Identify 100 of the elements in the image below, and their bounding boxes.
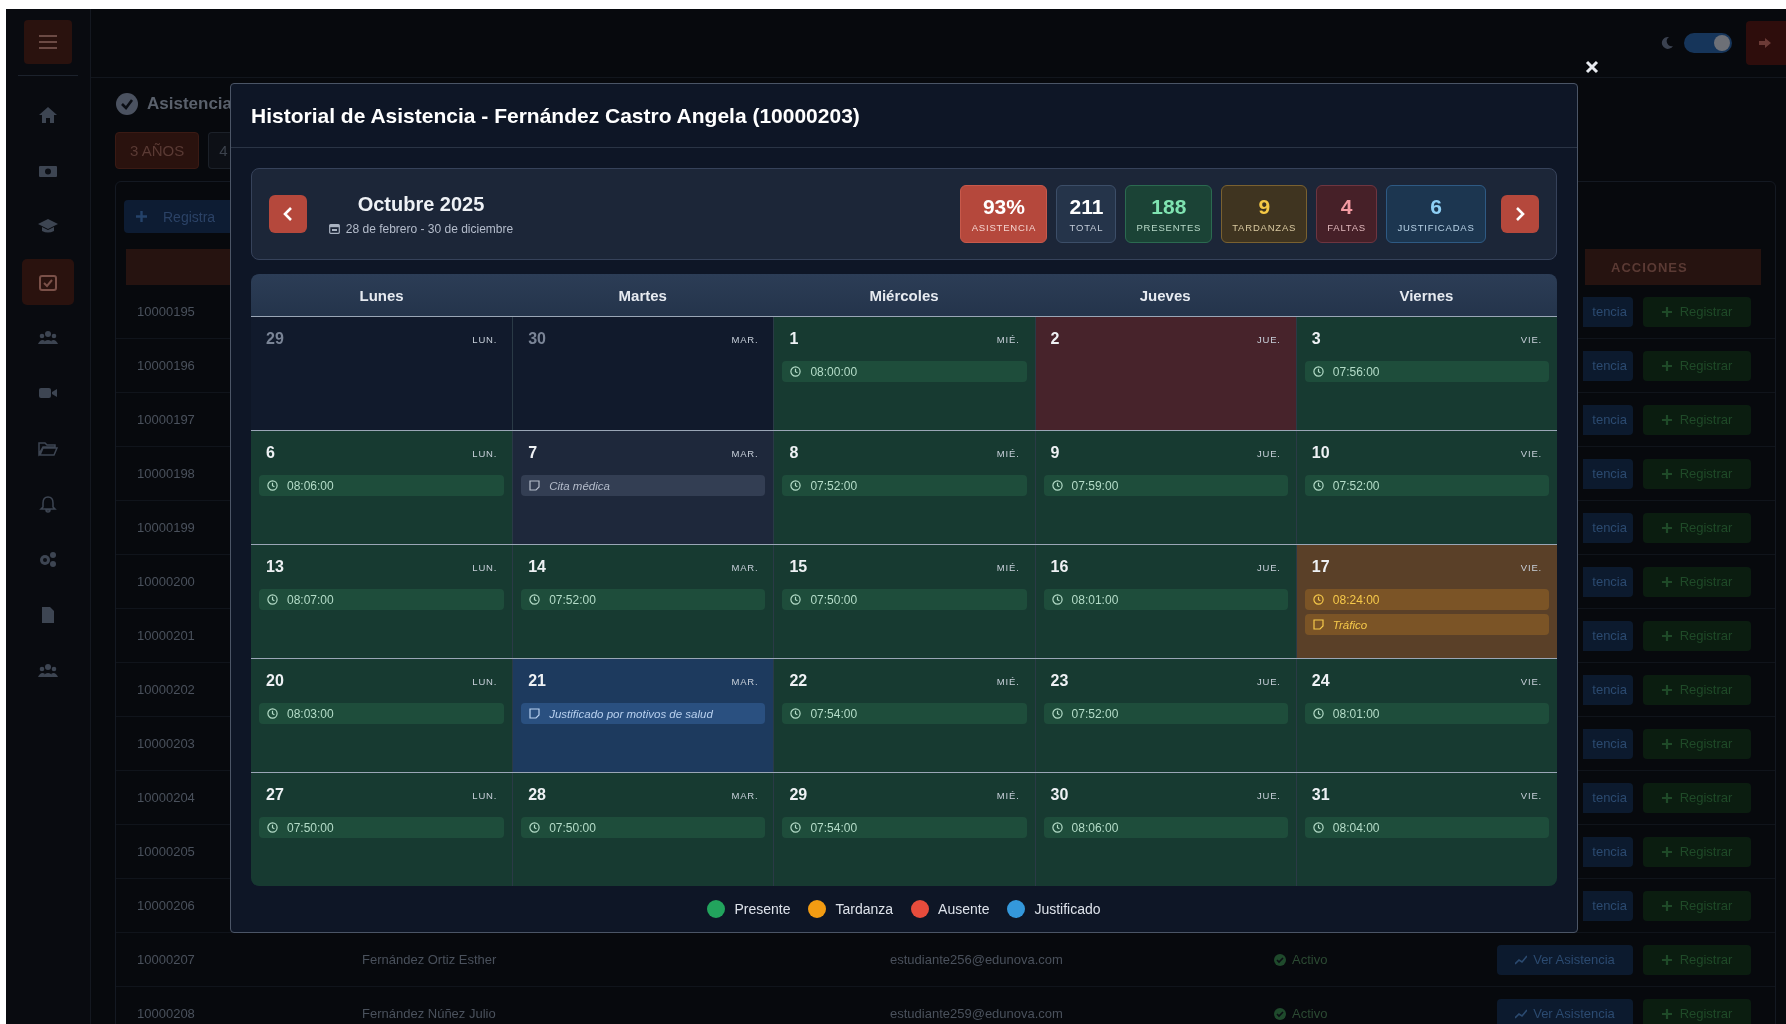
plus-icon [1661,468,1672,479]
check-in-time: 08:24:00 [1304,589,1549,610]
table-cell: 10000205 [137,844,195,859]
view-attendance-button[interactable]: Ver Asistencia [1497,944,1633,975]
table-cell: 10000198 [137,466,195,481]
day-number: 22 [789,672,808,690]
plus-icon [1661,414,1672,425]
day-number: 30 [1050,786,1069,804]
clock-icon [267,822,278,833]
date-range: 28 de febrero - 30 de diciembre [345,221,514,236]
day-cell[interactable]: 21 MAR. Justificado por motivos de salud [512,659,774,772]
weekday-label: LUN. [472,789,498,801]
table-cell: Fernández Núñez Julio [362,1006,496,1021]
note-entry: Cita médica [521,475,766,496]
check-in-time: 07:54:00 [782,703,1027,724]
previous-month-button[interactable] [269,195,307,233]
day-cell[interactable]: 9 JUE. 07:59:00 [1034,431,1296,544]
day-cell[interactable]: 31 VIE. 08:04:00 [1295,773,1557,886]
theme-toggle[interactable] [1684,33,1732,53]
weekday-label: MAR. [731,675,759,687]
day-cell[interactable]: 13 LUN. 08:07:00 [251,545,513,658]
view-attendance-button[interactable]: tencia [1583,620,1633,651]
day-cell[interactable]: 30 JUE. 08:06:00 [1034,773,1296,886]
day-cell[interactable]: 8 MIÉ. 07:52:00 [773,431,1035,544]
day-number: 28 [528,786,546,804]
page-title: Asistencia [147,94,233,114]
legend-label: Justificado [1034,901,1101,917]
stat-value: 211 [1069,195,1104,219]
view-attendance-button[interactable]: tencia [1583,836,1633,867]
day-cell[interactable]: 28 MAR. 07:50:00 [512,773,774,886]
view-attendance-button[interactable]: tencia [1583,512,1633,543]
logout-button[interactable] [1746,21,1786,65]
day-cell[interactable]: 2 JUE. [1034,317,1296,430]
stat-value: 93% [982,195,1025,219]
legend-label: Tardanza [835,901,894,917]
day-number: 14 [528,558,546,576]
table-cell: 10000199 [137,520,195,535]
view-attendance-button[interactable]: tencia [1583,404,1633,435]
check-in-time: 08:03:00 [259,703,505,724]
clock-icon [790,366,802,377]
view-attendance-button[interactable]: tencia [1583,350,1633,381]
weekday-label: JUE. [1257,789,1281,801]
clock-icon [267,708,278,719]
table-cell: 10000201 [137,628,195,643]
view-attendance-button[interactable]: tencia [1583,890,1633,921]
day-cell[interactable]: 10 VIE. 07:52:00 [1295,431,1557,544]
day-number: 17 [1311,558,1330,576]
day-cell[interactable]: 23 JUE. 07:52:00 [1034,659,1296,772]
stat-value: 6 [1430,195,1442,219]
view-attendance-button[interactable]: Ver Asistencia [1497,998,1633,1024]
weekday-label: LUN. [472,447,498,459]
clock-icon [267,480,278,491]
users-icon [38,328,58,346]
day-number: 29 [789,786,808,804]
day-cell[interactable]: 7 MAR. Cita médica [512,431,774,544]
view-attendance-button[interactable]: tencia [1583,782,1633,813]
day-cell[interactable]: 27 LUN. 07:50:00 [251,773,513,886]
clock-icon [529,822,541,833]
day-cell[interactable]: 24 VIE. 08:01:00 [1295,659,1557,772]
day-cell[interactable]: 14 MAR. 07:52:00 [512,545,774,658]
view-attendance-button[interactable]: tencia [1583,566,1633,597]
check-in-time: 08:00:00 [782,361,1027,382]
day-cell[interactable]: 17 VIE. 08:24:00 Tráfico [1295,545,1557,658]
day-cell[interactable]: 16 JUE. 08:01:00 [1034,545,1296,658]
clock-icon [1312,708,1324,719]
stat-label: TARDANZAS [1232,222,1297,233]
day-cell[interactable]: 22 MIÉ. 07:54:00 [773,659,1035,772]
clock-icon [1051,822,1063,833]
view-attendance-button[interactable]: tencia [1583,674,1633,705]
check-circle-icon [115,92,139,116]
day-cell[interactable]: 29 MIÉ. 07:54:00 [773,773,1035,886]
weekday-label: JUE. [1257,675,1281,687]
plus-icon [1661,630,1672,641]
next-month-button[interactable] [1501,195,1539,233]
day-number: 8 [789,444,799,462]
clock-icon [790,594,802,605]
day-number: 30 [528,330,546,348]
stat-label: TOTAL [1069,222,1104,233]
weekday-label: MIÉ. [996,447,1020,459]
bell-icon [38,494,58,513]
status-text: Activo [1292,952,1328,967]
day-number: 16 [1050,558,1069,576]
day-cell[interactable]: 15 MIÉ. 07:50:00 [773,545,1035,658]
calendar-nav-item[interactable] [22,258,74,305]
day-cell[interactable]: 20 LUN. 08:03:00 [251,659,513,772]
day-cell[interactable]: 1 MIÉ. 08:00:00 [773,317,1035,430]
view-attendance-button[interactable]: tencia [1583,458,1633,489]
day-number: 31 [1311,786,1330,804]
plus-icon [1661,792,1672,803]
weekday-label: JUE. [1257,561,1281,573]
plus-icon [1661,900,1672,911]
day-cell[interactable]: 6 LUN. 08:06:00 [251,431,513,544]
view-attendance-button[interactable]: tencia [1583,728,1633,759]
clock-icon [1051,480,1063,491]
view-attendance-button[interactable]: tencia [1583,296,1633,327]
day-cell[interactable]: 3 VIE. 07:56:00 [1295,317,1557,430]
weekday-label: MIÉ. [996,333,1020,345]
clock-icon [790,480,802,491]
menu-button[interactable] [24,20,72,64]
close-icon[interactable] [1585,60,1599,74]
